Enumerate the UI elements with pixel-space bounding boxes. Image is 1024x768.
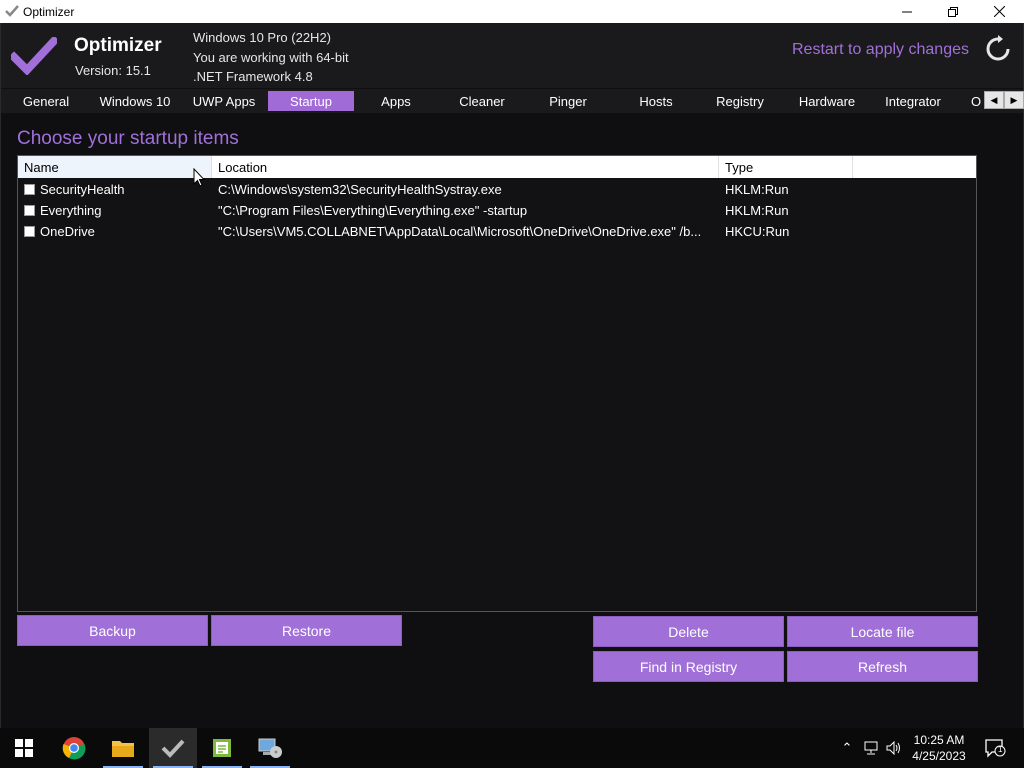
- system-clock[interactable]: 10:25 AM 4/25/2023: [907, 732, 971, 764]
- file-explorer-taskbar-button[interactable]: [99, 728, 147, 768]
- remote-desktop-taskbar-button[interactable]: [246, 728, 294, 768]
- minimize-button[interactable]: [884, 0, 930, 23]
- column-header-location[interactable]: Location: [212, 156, 719, 178]
- notification-icon: [985, 739, 1006, 758]
- action-center-button[interactable]: 1: [984, 738, 1006, 758]
- column-header-type[interactable]: Type: [719, 156, 853, 178]
- restart-link[interactable]: Restart to apply changes: [792, 41, 969, 59]
- chrome-icon: [62, 737, 86, 760]
- arrow-left-icon: ◀: [990, 94, 998, 105]
- close-button[interactable]: [976, 0, 1022, 23]
- folder-icon: [112, 741, 134, 757]
- section-title: Choose your startup items: [17, 128, 239, 149]
- row-location: C:\Windows\system32\SecurityHealthSystra…: [218, 182, 502, 197]
- mouse-cursor-icon: [193, 167, 206, 192]
- window-title: Optimizer: [23, 5, 75, 19]
- tab-apps[interactable]: Apps: [361, 91, 431, 111]
- list-header: Name Location Type: [18, 156, 976, 178]
- tab-windows-10[interactable]: Windows 10: [91, 91, 179, 111]
- tab-registry[interactable]: Registry: [703, 91, 777, 111]
- tab-integrator[interactable]: Integrator: [875, 91, 951, 111]
- restore-button[interactable]: [930, 0, 976, 23]
- column-header-name[interactable]: Name: [18, 156, 212, 178]
- tab-overflow[interactable]: O: [971, 91, 983, 111]
- row-checkbox[interactable]: [24, 205, 35, 216]
- refresh-button[interactable]: Refresh: [787, 651, 978, 682]
- notepad-icon: [213, 739, 231, 757]
- tab-scroll-left-button[interactable]: ◀: [984, 91, 1004, 109]
- windows-logo-icon: [15, 739, 33, 757]
- tab-pinger[interactable]: Pinger: [531, 91, 605, 111]
- row-type: HKLM:Run: [725, 203, 789, 218]
- os-label: Windows 10 Pro (22H2): [193, 30, 331, 45]
- find-in-registry-button[interactable]: Find in Registry: [593, 651, 784, 682]
- row-name: OneDrive: [40, 224, 95, 239]
- framework-label: .NET Framework 4.8: [193, 69, 313, 84]
- arrow-right-icon: ▶: [1010, 94, 1018, 105]
- checkmark-icon: [4, 3, 20, 19]
- start-button[interactable]: [0, 728, 48, 768]
- app-window: Optimizer Version: 15.1 Windows 10 Pro (…: [0, 23, 1024, 728]
- logo-checkmark-icon: [8, 35, 60, 80]
- tab-startup[interactable]: Startup: [268, 91, 354, 111]
- row-type: HKLM:Run: [725, 182, 789, 197]
- notepad-taskbar-button[interactable]: [198, 728, 246, 768]
- title-bar[interactable]: Optimizer: [0, 0, 1024, 23]
- optimizer-taskbar-button[interactable]: [149, 728, 197, 768]
- row-location: "C:\Program Files\Everything\Everything.…: [218, 203, 528, 218]
- list-item[interactable]: SecurityHealth C:\Windows\system32\Secur…: [18, 179, 976, 200]
- backup-button[interactable]: Backup: [17, 615, 208, 646]
- tab-cleaner[interactable]: Cleaner: [445, 91, 519, 111]
- computer-disc-icon: [258, 738, 282, 758]
- row-location: "C:\Users\VM5.COLLABNET\AppData\Local\Mi…: [218, 224, 702, 239]
- restore-startup-button[interactable]: Restore: [211, 615, 402, 646]
- list-item[interactable]: OneDrive "C:\Users\VM5.COLLABNET\AppData…: [18, 221, 976, 242]
- locate-file-button[interactable]: Locate file: [787, 616, 978, 647]
- tab-scroll-right-button[interactable]: ▶: [1004, 91, 1024, 109]
- restore-icon: [948, 6, 958, 17]
- system-info: Windows 10 Pro (22H2) You are working wi…: [193, 28, 349, 87]
- header: Optimizer Version: 15.1 Windows 10 Pro (…: [1, 23, 1023, 88]
- column-header-empty: [853, 156, 976, 178]
- row-name: Everything: [40, 203, 102, 218]
- clock-date: 4/25/2023: [912, 749, 966, 763]
- tab-bar: General Windows 10 UWP Apps Startup Apps…: [1, 89, 1024, 113]
- version-label: Version: 15.1: [75, 63, 151, 78]
- notification-count: 1: [998, 745, 1003, 754]
- tab-uwp-apps[interactable]: UWP Apps: [185, 91, 263, 111]
- tab-hardware[interactable]: Hardware: [789, 91, 865, 111]
- volume-icon[interactable]: [884, 738, 904, 758]
- row-type: HKCU:Run: [725, 224, 790, 239]
- app-name: Optimizer: [74, 35, 162, 56]
- startup-list[interactable]: Name Location Type SecurityHealth C:\Win…: [17, 155, 977, 612]
- optimizer-checkmark-icon: [161, 739, 185, 758]
- tab-general[interactable]: General: [13, 91, 79, 111]
- minimize-icon: [902, 11, 912, 12]
- tab-hosts[interactable]: Hosts: [619, 91, 693, 111]
- delete-button[interactable]: Delete: [593, 616, 784, 647]
- network-icon[interactable]: [861, 738, 881, 758]
- chrome-taskbar-button[interactable]: [50, 728, 98, 768]
- list-item[interactable]: Everything "C:\Program Files\Everything\…: [18, 200, 976, 221]
- arch-label: You are working with 64-bit: [193, 49, 349, 65]
- row-name: SecurityHealth: [40, 182, 125, 197]
- row-checkbox[interactable]: [24, 226, 35, 237]
- taskbar: ⌃ 10:25 AM 4/25/2023 1: [0, 728, 1024, 768]
- close-icon: [993, 6, 1005, 17]
- chevron-up-icon[interactable]: ⌃: [837, 738, 857, 758]
- row-checkbox[interactable]: [24, 184, 35, 195]
- restart-icon[interactable]: [984, 35, 1012, 68]
- clock-time: 10:25 AM: [913, 733, 965, 747]
